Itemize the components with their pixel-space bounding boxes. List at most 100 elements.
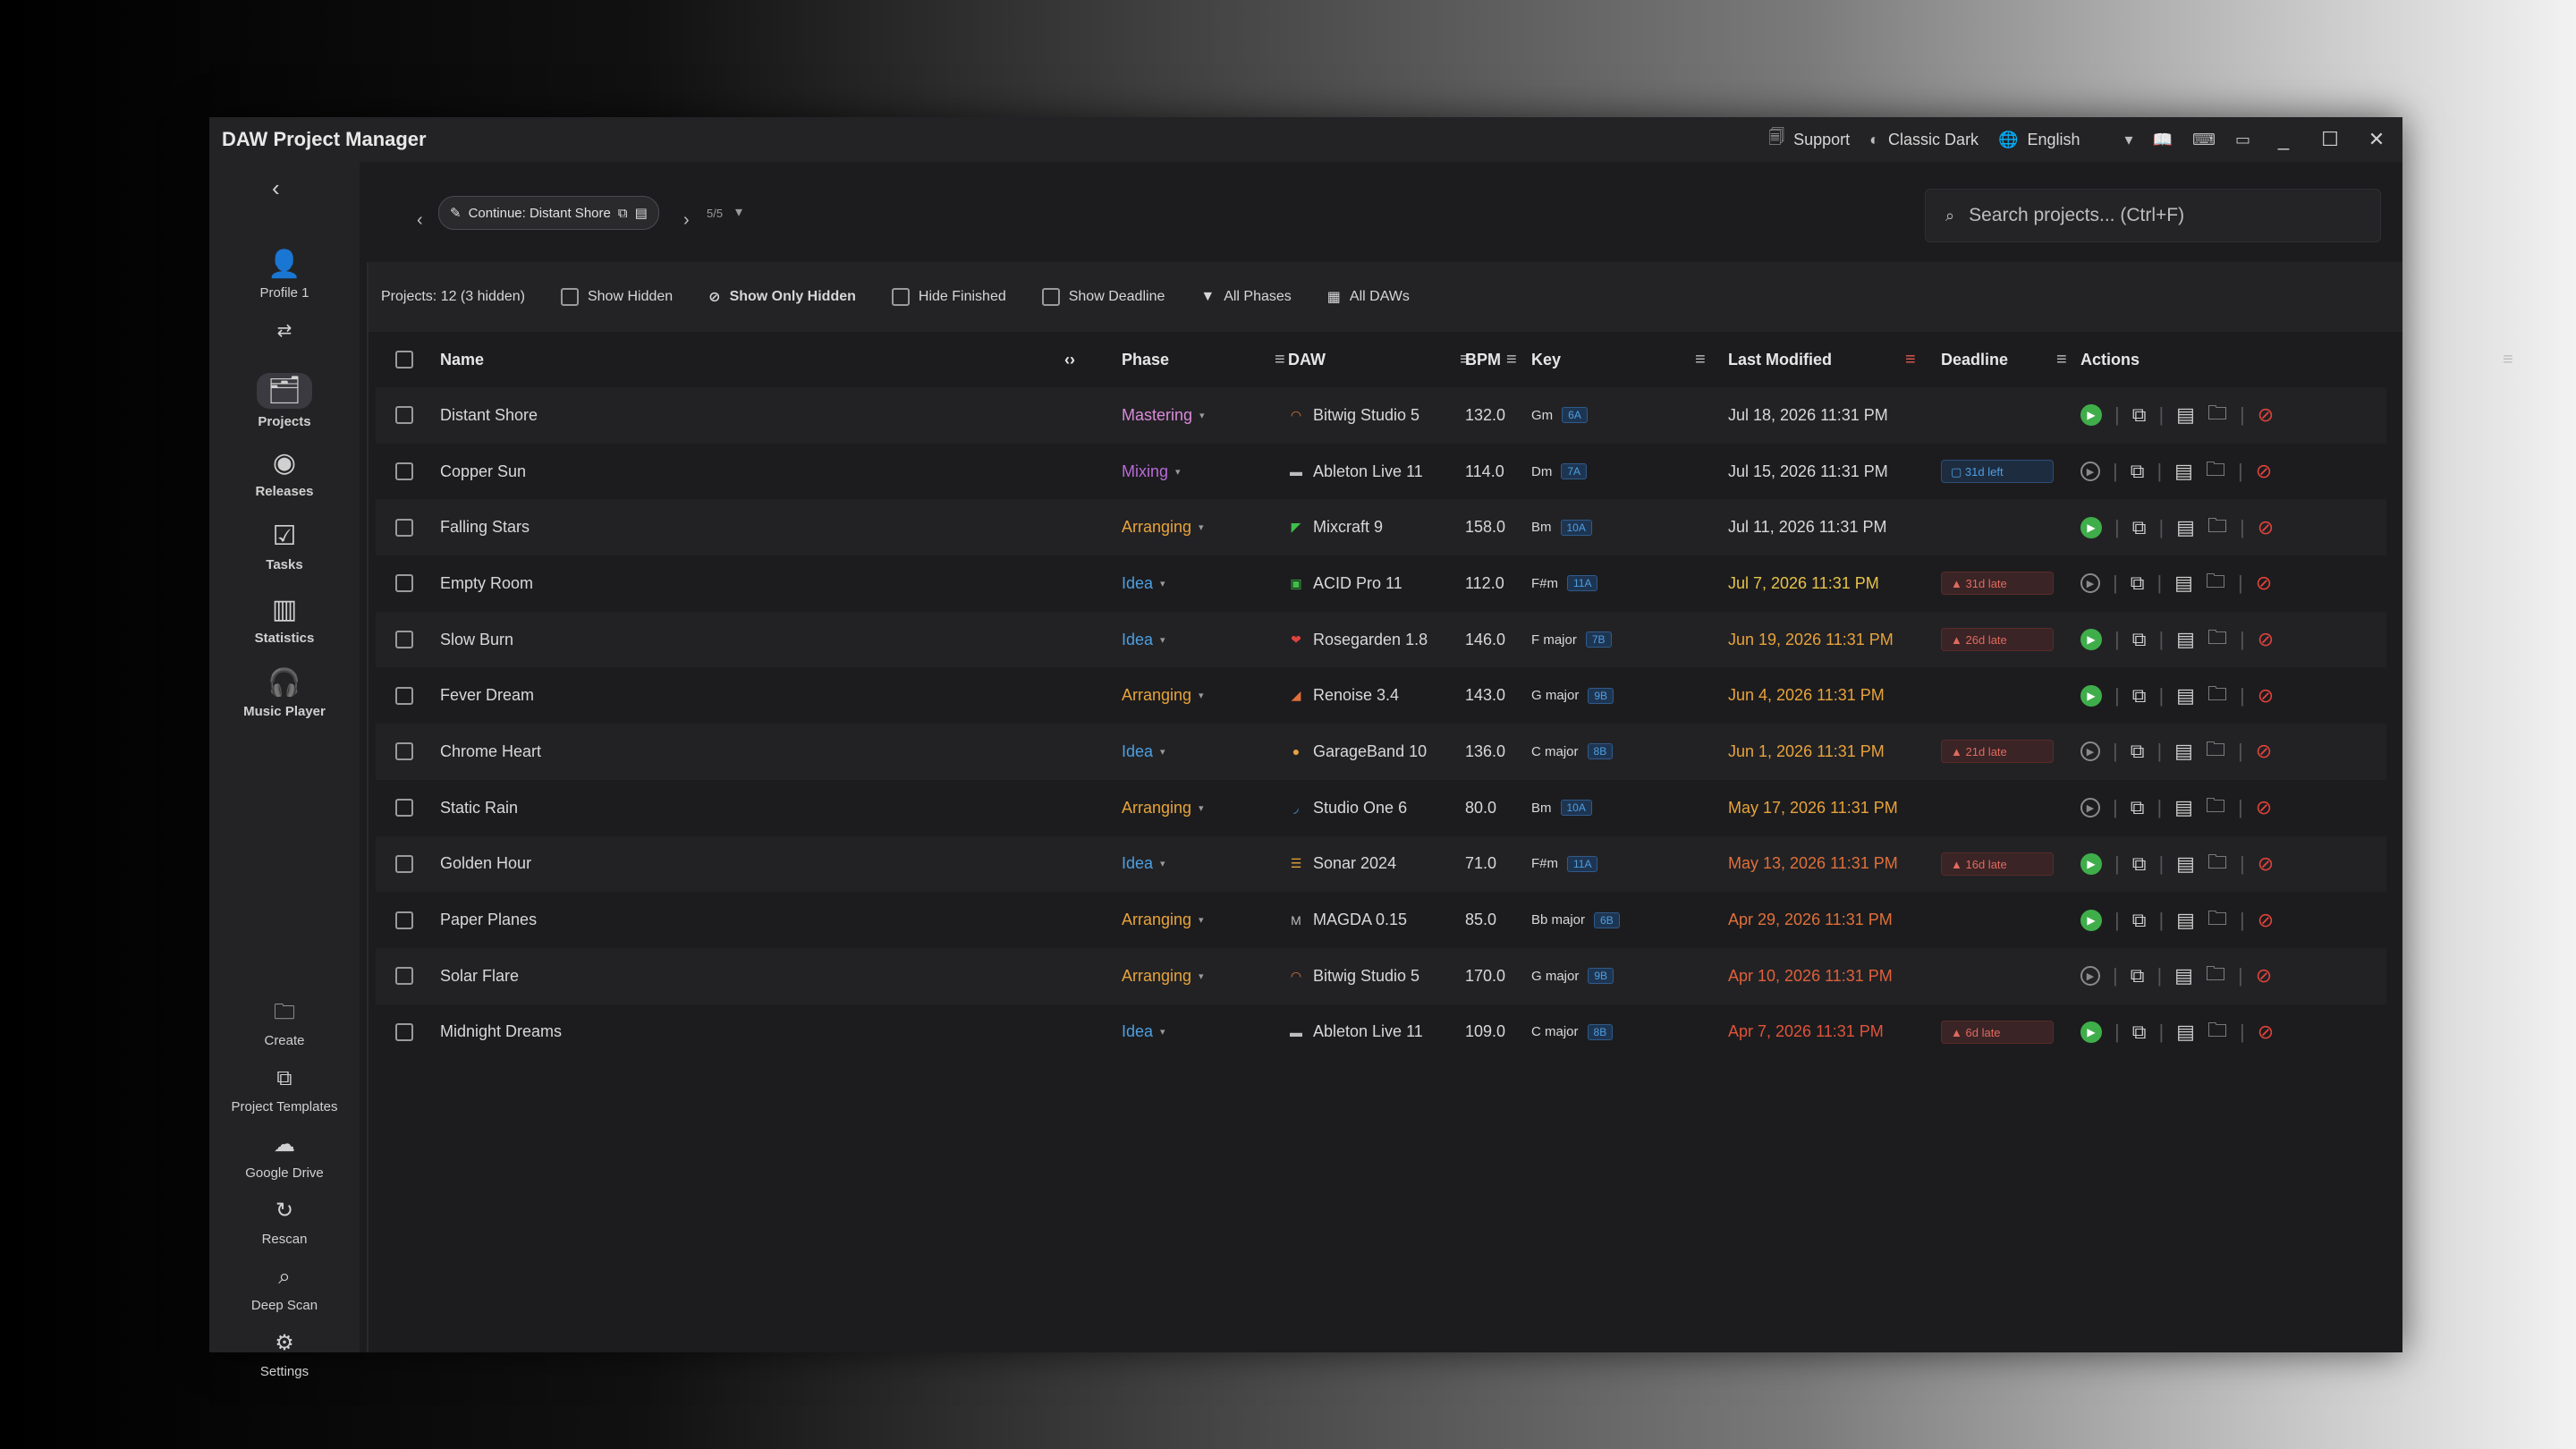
row-checkbox[interactable] <box>395 518 413 537</box>
column-menu-icon[interactable]: ≡ <box>1695 350 1706 370</box>
search-box[interactable]: ⌕ <box>1925 189 2381 242</box>
folder-icon[interactable]: 🗀 <box>2207 623 2227 657</box>
profile-button[interactable]: 👤 Profile 1 <box>209 250 360 301</box>
eye-off-icon[interactable]: ⊘ <box>2256 740 2272 763</box>
header-name[interactable]: Name <box>440 332 484 387</box>
project-name[interactable]: Empty Room <box>440 555 533 612</box>
folder-icon[interactable]: 🗀 <box>2207 679 2227 713</box>
column-menu-icon[interactable]: ≡ <box>2056 350 2067 370</box>
table-row[interactable]: Paper Planes Arranging ▾ M MAGDA 0.15 85… <box>376 892 2386 948</box>
project-name[interactable]: Golden Hour <box>440 836 531 893</box>
show-hidden-toggle[interactable]: Show Hidden <box>560 288 673 306</box>
row-checkbox[interactable] <box>395 967 413 986</box>
expand-columns-icon[interactable]: ‹› <box>1064 332 1075 387</box>
folder-icon[interactable]: 🗀 <box>2206 454 2225 488</box>
open-external-icon[interactable]: ⧉ <box>2132 909 2147 932</box>
collapse-sidebar-icon[interactable]: ‹ <box>272 174 280 202</box>
table-row[interactable]: Fever Dream Arranging ▾ ◢ Renoise 3.4 14… <box>376 667 2386 724</box>
clipboard-icon[interactable]: ▤ <box>2174 460 2193 483</box>
row-checkbox[interactable] <box>395 1022 413 1041</box>
folder-icon[interactable]: 🗀 <box>2207 398 2227 432</box>
window-layout-icon[interactable]: ▭ <box>2235 131 2250 149</box>
phase-select[interactable]: Arranging ▾ <box>1122 667 1204 724</box>
play-icon[interactable]: ▶ <box>2080 404 2102 427</box>
search-input[interactable] <box>1967 204 2347 227</box>
header-phase[interactable]: Phase ≡ <box>1122 332 1285 387</box>
project-name[interactable]: Chrome Heart <box>440 724 541 780</box>
open-external-icon[interactable]: ⧉ <box>2132 516 2147 539</box>
row-checkbox[interactable] <box>395 574 413 593</box>
row-checkbox[interactable] <box>395 799 413 818</box>
eye-off-icon[interactable]: ⊘ <box>2258 628 2274 651</box>
clipboard-icon[interactable]: ▤ <box>2176 852 2195 876</box>
table-row[interactable]: Empty Room Idea ▾ ▣ ACID Pro 11 112.0 F#… <box>376 555 2386 612</box>
eye-off-icon[interactable]: ⊘ <box>2258 1021 2274 1044</box>
folder-icon[interactable]: 🗀 <box>2207 847 2227 881</box>
play-icon[interactable]: ▶ <box>2080 741 2100 762</box>
keyboard-icon[interactable]: ⌨ <box>2192 131 2216 149</box>
open-external-icon[interactable]: ⧉ <box>2131 460 2145 483</box>
daw-filter[interactable]: ▦ All DAWs <box>1327 288 1410 306</box>
hide-finished-toggle[interactable]: Hide Finished <box>891 288 1006 306</box>
project-name[interactable]: Midnight Dreams <box>440 1004 562 1061</box>
show-only-hidden-toggle[interactable]: ⊘ Show Only Hidden <box>708 288 856 306</box>
play-icon[interactable]: ▶ <box>2080 516 2102 538</box>
clipboard-icon[interactable]: ▤ <box>2174 964 2193 987</box>
row-checkbox[interactable] <box>395 631 413 649</box>
open-external-icon[interactable]: ⧉ <box>2132 684 2147 708</box>
clipboard-icon[interactable]: ▤ <box>2174 796 2193 819</box>
table-row[interactable]: Distant Shore Mastering ▾ ◠ Bitwig Studi… <box>376 387 2386 444</box>
column-menu-icon[interactable]: ≡ <box>1275 350 1285 370</box>
play-icon[interactable]: ▶ <box>2080 852 2102 875</box>
next-project-icon[interactable]: › <box>683 210 690 231</box>
pager-dropdown-icon[interactable]: ▾ <box>735 203 742 221</box>
header-last-modified[interactable]: Last Modified ≡ <box>1728 332 1916 387</box>
folder-icon[interactable]: 🗀 <box>2206 566 2225 600</box>
sidebar-item-google-drive[interactable]: ☁ Google Drive <box>209 1130 360 1181</box>
column-menu-icon[interactable]: ≡ <box>1506 350 1517 370</box>
project-name[interactable]: Falling Stars <box>440 499 530 555</box>
clipboard-icon[interactable]: ▤ <box>2176 628 2195 651</box>
minimize-button[interactable]: _ <box>2270 128 2297 151</box>
header-bpm[interactable]: BPM ≡ <box>1465 332 1517 387</box>
phase-select[interactable]: Idea ▾ <box>1122 836 1165 893</box>
checkbox[interactable] <box>560 288 579 306</box>
checkbox[interactable] <box>891 288 910 306</box>
support-button[interactable]: 🗐 Support <box>1768 126 1850 153</box>
close-button[interactable]: ✕ <box>2363 128 2390 151</box>
folder-icon[interactable]: 🗀 <box>2207 1015 2227 1049</box>
row-checkbox[interactable] <box>395 462 413 481</box>
phase-select[interactable]: Mastering ▾ <box>1122 387 1205 444</box>
open-external-icon[interactable]: ⧉ <box>2131 964 2145 987</box>
row-checkbox[interactable] <box>395 686 413 705</box>
folder-icon[interactable]: 🗀 <box>2206 959 2225 993</box>
eye-off-icon[interactable]: ⊘ <box>2258 852 2274 876</box>
open-external-icon[interactable]: ⧉ <box>2131 740 2145 763</box>
phase-select[interactable]: Idea ▾ <box>1122 724 1165 780</box>
sidebar-item-rescan[interactable]: ↻ Rescan <box>209 1196 360 1247</box>
row-checkbox[interactable] <box>395 911 413 929</box>
clipboard-icon[interactable]: ▤ <box>635 205 648 221</box>
open-external-icon[interactable]: ⧉ <box>2132 403 2147 427</box>
phase-select[interactable]: Arranging ▾ <box>1122 499 1204 555</box>
eye-off-icon[interactable]: ⊘ <box>2258 909 2274 932</box>
eye-off-icon[interactable]: ⊘ <box>2256 796 2272 819</box>
table-row[interactable]: Copper Sun Mixing ▾ ▬ Ableton Live 11 11… <box>376 443 2386 500</box>
table-row[interactable]: Solar Flare Arranging ▾ ◠ Bitwig Studio … <box>376 947 2386 1004</box>
checkbox[interactable] <box>1041 288 1060 306</box>
row-checkbox[interactable] <box>395 406 413 425</box>
play-icon[interactable]: ▶ <box>2080 798 2100 818</box>
sidebar-item-tasks[interactable]: ☑ Tasks <box>209 521 360 572</box>
clipboard-icon[interactable]: ▤ <box>2176 1021 2195 1044</box>
phase-select[interactable]: Idea ▾ <box>1122 612 1165 668</box>
select-all-checkbox[interactable] <box>395 351 413 369</box>
language-select[interactable]: 🌐 English ▾ <box>1998 131 2133 149</box>
maximize-button[interactable]: ☐ <box>2317 128 2343 151</box>
table-row[interactable]: Midnight Dreams Idea ▾ ▬ Ableton Live 11… <box>376 1004 2386 1061</box>
project-name[interactable]: Solar Flare <box>440 948 519 1004</box>
table-menu-icon[interactable]: ≡ <box>2503 332 2513 387</box>
eye-off-icon[interactable]: ⊘ <box>2258 684 2274 708</box>
project-name[interactable]: Fever Dream <box>440 667 534 724</box>
sidebar-item-project-templates[interactable]: ⧉ Project Templates <box>209 1063 360 1114</box>
header-deadline[interactable]: Deadline ≡ <box>1941 332 2067 387</box>
